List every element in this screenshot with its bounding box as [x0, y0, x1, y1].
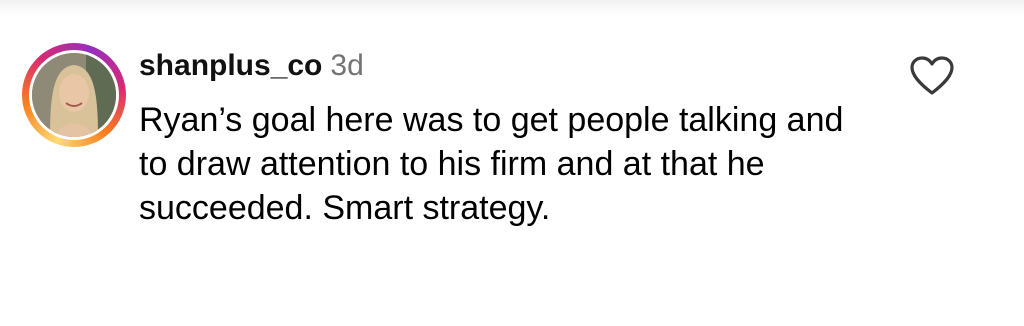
avatar[interactable]	[29, 50, 119, 140]
heart-outline-icon	[910, 56, 954, 95]
scroll-fade	[0, 0, 1024, 16]
timestamp: 3d	[330, 49, 364, 82]
comment-header: shanplus_co 3d	[139, 46, 364, 86]
like-button[interactable]	[909, 55, 955, 97]
username[interactable]: shanplus_co	[139, 49, 322, 82]
comment-item: shanplus_co 3d Ryan’s goal here was to ge…	[22, 40, 1002, 310]
comment-text: Ryan’s goal here was to get people talki…	[139, 101, 844, 227]
story-ring[interactable]	[22, 43, 126, 147]
avatar-photo	[32, 53, 116, 137]
